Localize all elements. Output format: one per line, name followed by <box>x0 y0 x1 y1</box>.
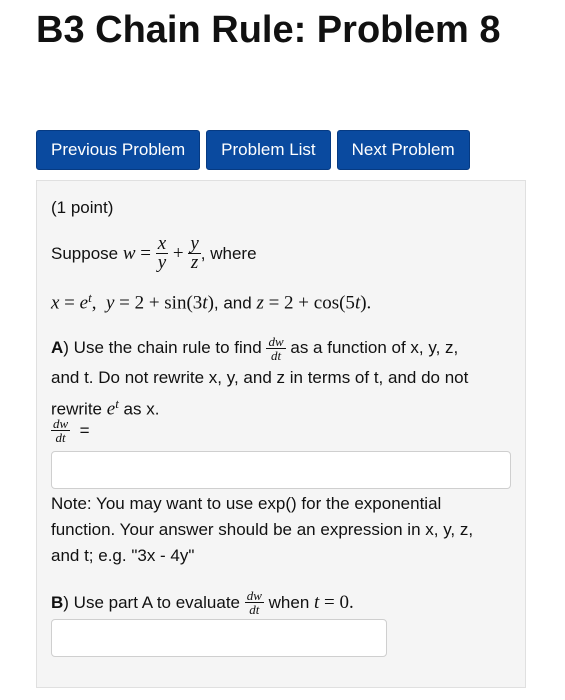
part-a-letter: A <box>51 338 64 357</box>
part-b-letter: B <box>51 592 64 612</box>
dw-dt-fraction-b: dw dt <box>244 588 264 617</box>
problem-statement-line2: x = et, y = 2 + sin(3t), and z = 2 + cos… <box>51 290 372 314</box>
note-line2: function. Your answer should be an expre… <box>51 520 474 539</box>
part-a-line1: A) Use the chain rule to find dw dt as a … <box>51 335 517 362</box>
y-over-z-fraction: yz <box>188 233 201 273</box>
plus-sign: + <box>172 242 184 264</box>
points-label: (1 point) <box>51 198 114 217</box>
problem-panel: (1 point) Suppose w = xy + yz , where x … <box>36 180 526 688</box>
note-line1: Note: You may want to use exp() for the … <box>51 494 442 513</box>
part-a-line2: and t. Do not rewrite x, y, and z in ter… <box>51 368 469 387</box>
page-title: B3 Chain Rule: Problem 8 <box>36 9 501 51</box>
and-text: , and <box>213 293 252 313</box>
problem-statement-line1: Suppose w = xy + yz , where <box>51 233 257 273</box>
answer-a-input[interactable] <box>51 451 511 489</box>
equals-sign: = <box>140 242 151 264</box>
where-text: , where <box>200 243 257 263</box>
part-b-line: B) Use part A to evaluate dw dt when t = … <box>51 588 354 617</box>
part-b-when: when <box>268 592 310 612</box>
part-b-text: ) Use part A to evaluate <box>63 592 240 612</box>
problem-list-button[interactable]: Problem List <box>206 130 331 170</box>
previous-problem-button[interactable]: Previous Problem <box>36 130 201 170</box>
suppose-text: Suppose <box>51 243 119 263</box>
w-var: w <box>122 242 136 264</box>
dw-dt-fraction: dw dt <box>266 334 286 364</box>
note-line3: and t; e.g. "3x - 4y" <box>51 546 195 565</box>
problem-nav: Previous Problem Problem List Next Probl… <box>36 130 470 170</box>
answer-a-label: dw dt = <box>51 416 90 445</box>
part-a-text-1: ) Use the chain rule to find <box>63 338 262 357</box>
next-problem-button[interactable]: Next Problem <box>336 130 470 170</box>
part-a-text-2: as a function of x, y, z, <box>290 338 459 357</box>
dw-dt-fraction-label: dw dt <box>51 416 71 445</box>
answer-b-input[interactable] <box>51 619 387 657</box>
x-over-y-fraction: xy <box>155 233 169 273</box>
